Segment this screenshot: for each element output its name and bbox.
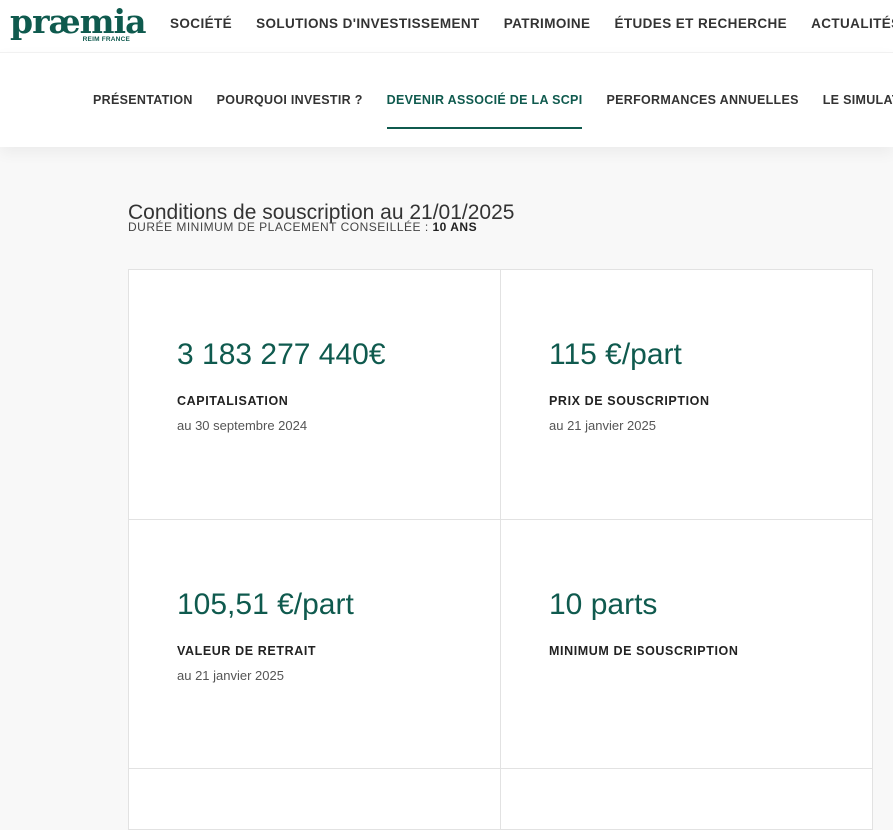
card-date: au 21 janvier 2025 <box>549 418 656 433</box>
nav-item-patrimoine[interactable]: PATRIMOINE <box>504 16 591 31</box>
praemia-logo[interactable]: præmia REIM FRANCE <box>10 4 146 46</box>
card-minimum-souscription: 10 parts MINIMUM DE SOUSCRIPTION <box>500 519 873 770</box>
tab-simulateur[interactable]: LE SIMULATEUR <box>823 93 893 129</box>
card-label: MINIMUM DE SOUSCRIPTION <box>549 644 739 658</box>
card-prix-souscription: 115 €/part PRIX DE SOUSCRIPTION au 21 ja… <box>500 269 873 520</box>
subtitle-value: 10 ANS <box>432 220 478 234</box>
card-date: au 21 janvier 2025 <box>177 668 284 683</box>
tab-performances[interactable]: PERFORMANCES ANNUELLES <box>606 93 798 129</box>
nav-item-etudes[interactable]: ÉTUDES ET RECHERCHE <box>614 16 787 31</box>
card-capitalisation: 3 183 277 440€ CAPITALISATION au 30 sept… <box>128 269 501 520</box>
card-label: PRIX DE SOUSCRIPTION <box>549 394 710 408</box>
card-partial <box>500 768 873 830</box>
conditions-grid: 3 183 277 440€ CAPITALISATION au 30 sept… <box>128 269 873 770</box>
section-subtitle: DURÉE MINIMUM DE PLACEMENT CONSEILLÉE : … <box>128 220 477 234</box>
card-partial <box>128 768 501 830</box>
top-header: præmia REIM FRANCE SOCIÉTÉ SOLUTIONS D'I… <box>0 0 893 52</box>
card-date: au 30 septembre 2024 <box>177 418 308 433</box>
nav-item-societe[interactable]: SOCIÉTÉ <box>170 16 232 31</box>
card-label: CAPITALISATION <box>177 394 289 408</box>
logo-wordmark: præmia <box>10 2 146 41</box>
card-value: 105,51 €/part <box>177 588 354 621</box>
card-valeur-retrait: 105,51 €/part VALEUR DE RETRAIT au 21 ja… <box>128 519 501 770</box>
logo-tagline: REIM FRANCE <box>82 36 130 43</box>
card-value: 115 €/part <box>549 338 682 371</box>
sub-nav: PRÉSENTATION POURQUOI INVESTIR ? DEVENIR… <box>93 93 893 129</box>
tab-pourquoi-investir[interactable]: POURQUOI INVESTIR ? <box>217 93 363 129</box>
card-label: VALEUR DE RETRAIT <box>177 644 317 658</box>
tab-devenir-associe[interactable]: DEVENIR ASSOCIÉ DE LA SCPI <box>386 93 583 129</box>
sub-nav-bar: PRÉSENTATION POURQUOI INVESTIR ? DEVENIR… <box>0 52 893 147</box>
nav-item-solutions[interactable]: SOLUTIONS D'INVESTISSEMENT <box>256 16 480 31</box>
subtitle-prefix: DURÉE MINIMUM DE PLACEMENT CONSEILLÉE : <box>128 220 433 234</box>
nav-item-actualites[interactable]: ACTUALITÉS <box>811 16 893 31</box>
conditions-grid-next-row <box>128 768 873 830</box>
main-nav: SOCIÉTÉ SOLUTIONS D'INVESTISSEMENT PATRI… <box>170 16 893 31</box>
card-value: 10 parts <box>549 588 658 621</box>
tab-presentation[interactable]: PRÉSENTATION <box>93 93 193 129</box>
card-value: 3 183 277 440€ <box>177 338 386 371</box>
